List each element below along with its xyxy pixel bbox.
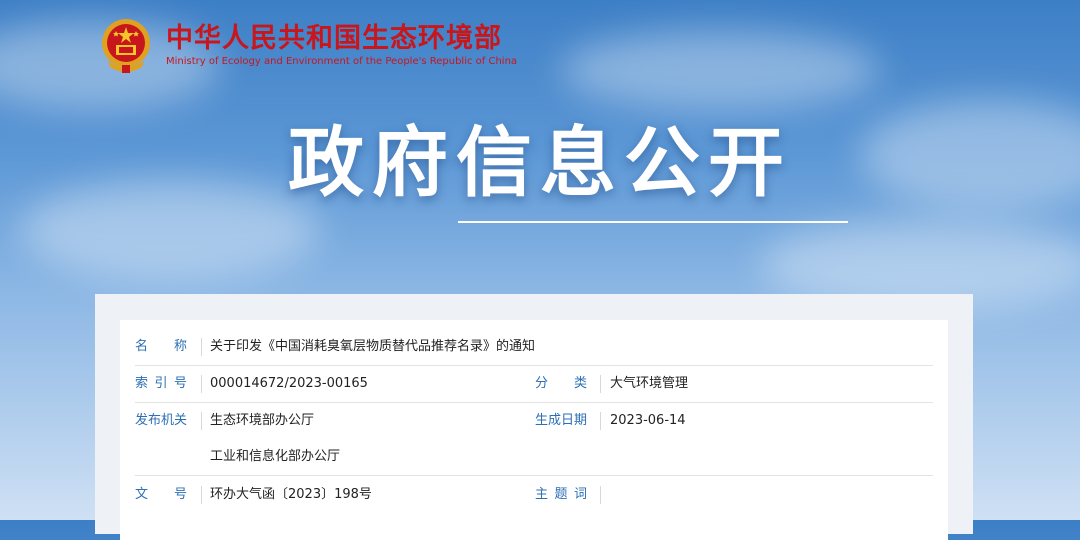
publisher-value-2: 工业和信息化部办公厅 (210, 449, 341, 464)
column-divider (600, 486, 601, 504)
category-label: 分类 (535, 376, 587, 391)
info-row-publisher: 发布机关 生态环境部办公厅 工业和信息化部办公厅 生成日期 2023-06-14 (135, 403, 933, 476)
date-value: 2023-06-14 (610, 413, 686, 428)
doc-no-value: 环办大气函〔2023〕198号 (210, 487, 372, 502)
publisher-value-1: 生态环境部办公厅 (210, 413, 315, 428)
column-divider (201, 412, 202, 430)
category-value: 大气环境管理 (610, 376, 689, 391)
doc-no-label: 文号 (135, 487, 187, 502)
column-divider (600, 412, 601, 430)
brand-text: 中华人民共和国生态环境部 Ministry of Ecology and Env… (166, 23, 517, 69)
page-title: 政府信息公开 (288, 118, 792, 207)
info-row-index: 索引号 000014672/2023-00165 分类 大气环境管理 (135, 366, 933, 403)
keywords-label: 主题词 (535, 487, 587, 502)
column-divider (201, 486, 202, 504)
background-cloud (560, 30, 880, 110)
info-row-name: 名称 关于印发《中国消耗臭氧层物质替代品推荐名录》的通知 (135, 329, 933, 366)
org-name-en: Ministry of Ecology and Environment of t… (166, 56, 518, 67)
info-row-doc-no: 文号 环办大气函〔2023〕198号 主题词 (135, 477, 933, 513)
info-panel: 名称 关于印发《中国消耗臭氧层物质替代品推荐名录》的通知 索引号 0000146… (120, 320, 948, 540)
date-label: 生成日期 (535, 413, 588, 428)
column-divider (201, 375, 202, 393)
national-emblem-icon (102, 19, 150, 73)
name-label: 名称 (135, 339, 187, 354)
title-underline (458, 221, 848, 223)
publisher-label: 发布机关 (135, 413, 188, 428)
name-value: 关于印发《中国消耗臭氧层物质替代品推荐名录》的通知 (210, 339, 536, 354)
index-label: 索引号 (135, 376, 187, 391)
column-divider (201, 338, 202, 356)
index-value: 000014672/2023-00165 (210, 376, 368, 391)
column-divider (600, 375, 601, 393)
site-header[interactable]: 中华人民共和国生态环境部 Ministry of Ecology and Env… (96, 14, 517, 78)
org-name-cn: 中华人民共和国生态环境部 (166, 23, 502, 54)
